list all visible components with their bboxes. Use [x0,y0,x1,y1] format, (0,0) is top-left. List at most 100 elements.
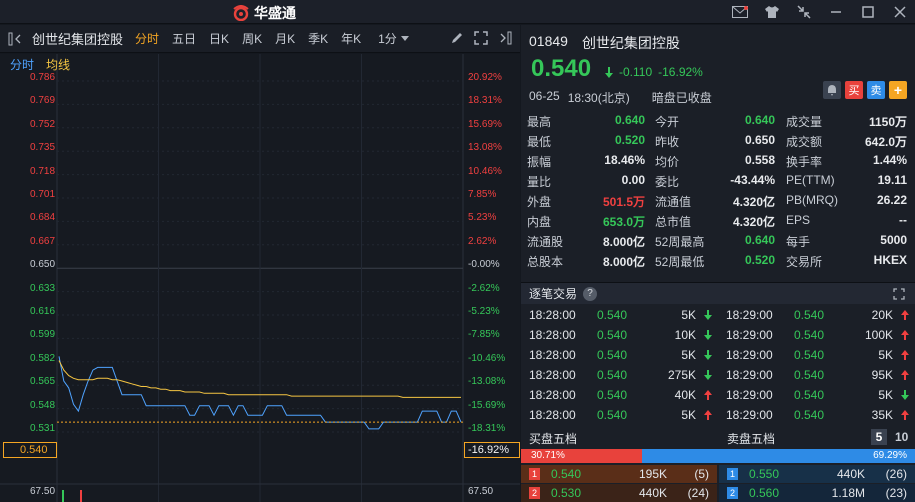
stat-row: 总股本 8.000亿 52周最低 0.520 交易所 HKEX [521,251,915,271]
chevron-down-icon [400,35,409,41]
mail-icon[interactable] [731,3,749,21]
trade-row: 18:29:00 0.540 35K [718,405,915,425]
level-volume: 440K [638,486,667,500]
collapse-right-icon[interactable] [498,31,512,45]
level-order-count: (24) [687,486,709,500]
stat-value: 0.520 [614,133,645,147]
bid-level-row: 2 0.530 440K (24) [521,484,717,502]
stat-row: 内盘 653.0万 总市值 4.320亿 EPS -- [521,211,915,231]
buy-button[interactable]: 买 [845,81,863,99]
close-icon[interactable] [891,3,909,21]
trade-time: 18:28:00 [529,308,576,322]
arrow-down-icon [704,330,712,340]
stat-label: 流通值 [655,195,692,209]
trade-price: 0.540 [794,368,825,382]
timeshare-chart[interactable]: 分时 均线 0.786 0.769 0.752 0.735 0.718 0.701 0.68… [0,54,520,502]
percent-tick-label: -7.85% [468,329,500,341]
current-price-tag: 0.540 [3,442,57,458]
ask-title: 卖盘五档 [727,432,776,446]
tab-five-day[interactable]: 五日 [172,30,196,47]
percent-tick-label: -2.62% [468,282,500,294]
trades-header: 逐笔交易 ? [521,282,915,304]
stat-value: -- [899,213,907,227]
stat-label: 委比 [655,175,680,189]
stat-value: 0.00 [621,173,645,187]
fullscreen-icon[interactable] [474,31,488,45]
maximize-icon[interactable] [859,3,877,21]
trade-time: 18:29:00 [726,388,773,402]
stat-row: 最高 0.640 今开 0.640 成交量 1150万 [521,111,915,131]
period-select[interactable]: 1分 [378,30,409,47]
sell-button[interactable]: 卖 [867,81,885,99]
percent-tick-label: 2.62% [468,235,497,247]
volume-axis-right: 67.50 [468,486,494,497]
tab-yearly-k[interactable]: 年K [341,30,361,47]
trade-volume: 5K [878,348,893,362]
percent-tick-label: -5.23% [468,306,500,317]
arrow-up-icon [704,390,712,400]
help-icon[interactable]: ? [583,286,598,301]
arrow-up-icon [901,410,909,420]
bell-icon [828,85,836,96]
tab-daily-k[interactable]: 日K [209,30,229,47]
skin-shirt-icon[interactable] [763,3,781,21]
stat-value: 4.320亿 [732,195,775,209]
trade-price: 0.540 [794,408,825,422]
trade-volume: 5K [878,388,893,402]
stat-value: 5000 [880,233,907,247]
alert-bell-button[interactable] [823,81,841,99]
trade-row: 18:29:00 0.540 5K [718,345,915,365]
percent-tick-label: -0.00% [468,259,500,271]
level-volume: 440K [836,467,865,481]
draw-pen-icon[interactable] [450,31,464,45]
expand-icon[interactable] [893,288,905,300]
trade-price: 0.540 [597,408,628,422]
add-watchlist-button[interactable]: + [889,81,907,99]
trade-row: 18:29:00 0.540 5K [718,385,915,405]
stat-value: 0.558 [744,153,775,167]
stock-name: 创世纪集团控股 [581,35,680,51]
stat-label: 均价 [655,155,680,169]
stat-value: 653.0万 [602,215,645,229]
shrink-icon[interactable] [795,3,813,21]
chart-toolbar: 创世纪集团控股 分时 五日 日K 周K 月K 季K 年K 1分 [0,25,520,53]
app-name: 华盛通 [254,5,296,21]
percent-tick-label: -15.69% [468,399,506,411]
tab-weekly-k[interactable]: 周K [242,30,262,47]
stat-label: 昨收 [655,135,680,149]
stat-label: 今开 [655,115,680,129]
level-badge: 2 [727,487,738,499]
depth-5-toggle[interactable]: 5 [871,429,887,445]
volume-axis-left: 67.50 [30,486,56,497]
ask-level-row: 1 0.550 440K (26) [719,465,915,483]
collapse-panel-icon[interactable] [8,32,26,46]
tab-quarterly-k[interactable]: 季K [308,30,328,47]
level-badge: 1 [529,468,540,480]
stat-value: HKEX [873,253,907,267]
percent-tick-label: 7.85% [468,189,497,200]
arrow-up-icon [901,350,909,360]
depth-10-toggle[interactable]: 10 [895,430,908,444]
percent-tick-label: -10.46% [468,352,506,364]
price-tick-label: 0.548 [30,399,56,411]
brand-logo-icon [233,5,249,21]
percent-tick-label: 15.69% [468,118,502,130]
trade-price: 0.540 [597,368,628,382]
trades-title: 逐笔交易 [529,287,578,301]
stat-value: 501.5万 [602,195,645,209]
tab-monthly-k[interactable]: 月K [275,30,295,47]
current-pct-tag: -16.92% [464,442,520,458]
trade-row: 18:29:00 0.540 95K [718,365,915,385]
trade-time: 18:28:00 [529,328,576,342]
price-tick-label: 0.701 [30,189,56,200]
stat-value: 0.520 [744,253,775,267]
arrow-down-icon [901,390,909,400]
minimize-icon[interactable] [827,3,845,21]
trade-price: 0.540 [794,348,825,362]
stat-value: 0.650 [744,133,775,147]
stat-value: 19.11 [877,173,907,187]
trade-row: 18:28:00 0.540 5K [521,345,718,365]
tab-timeshare[interactable]: 分时 [135,30,159,47]
stat-value: -43.44% [730,173,775,187]
stat-label: PB(MRQ) [786,193,838,207]
